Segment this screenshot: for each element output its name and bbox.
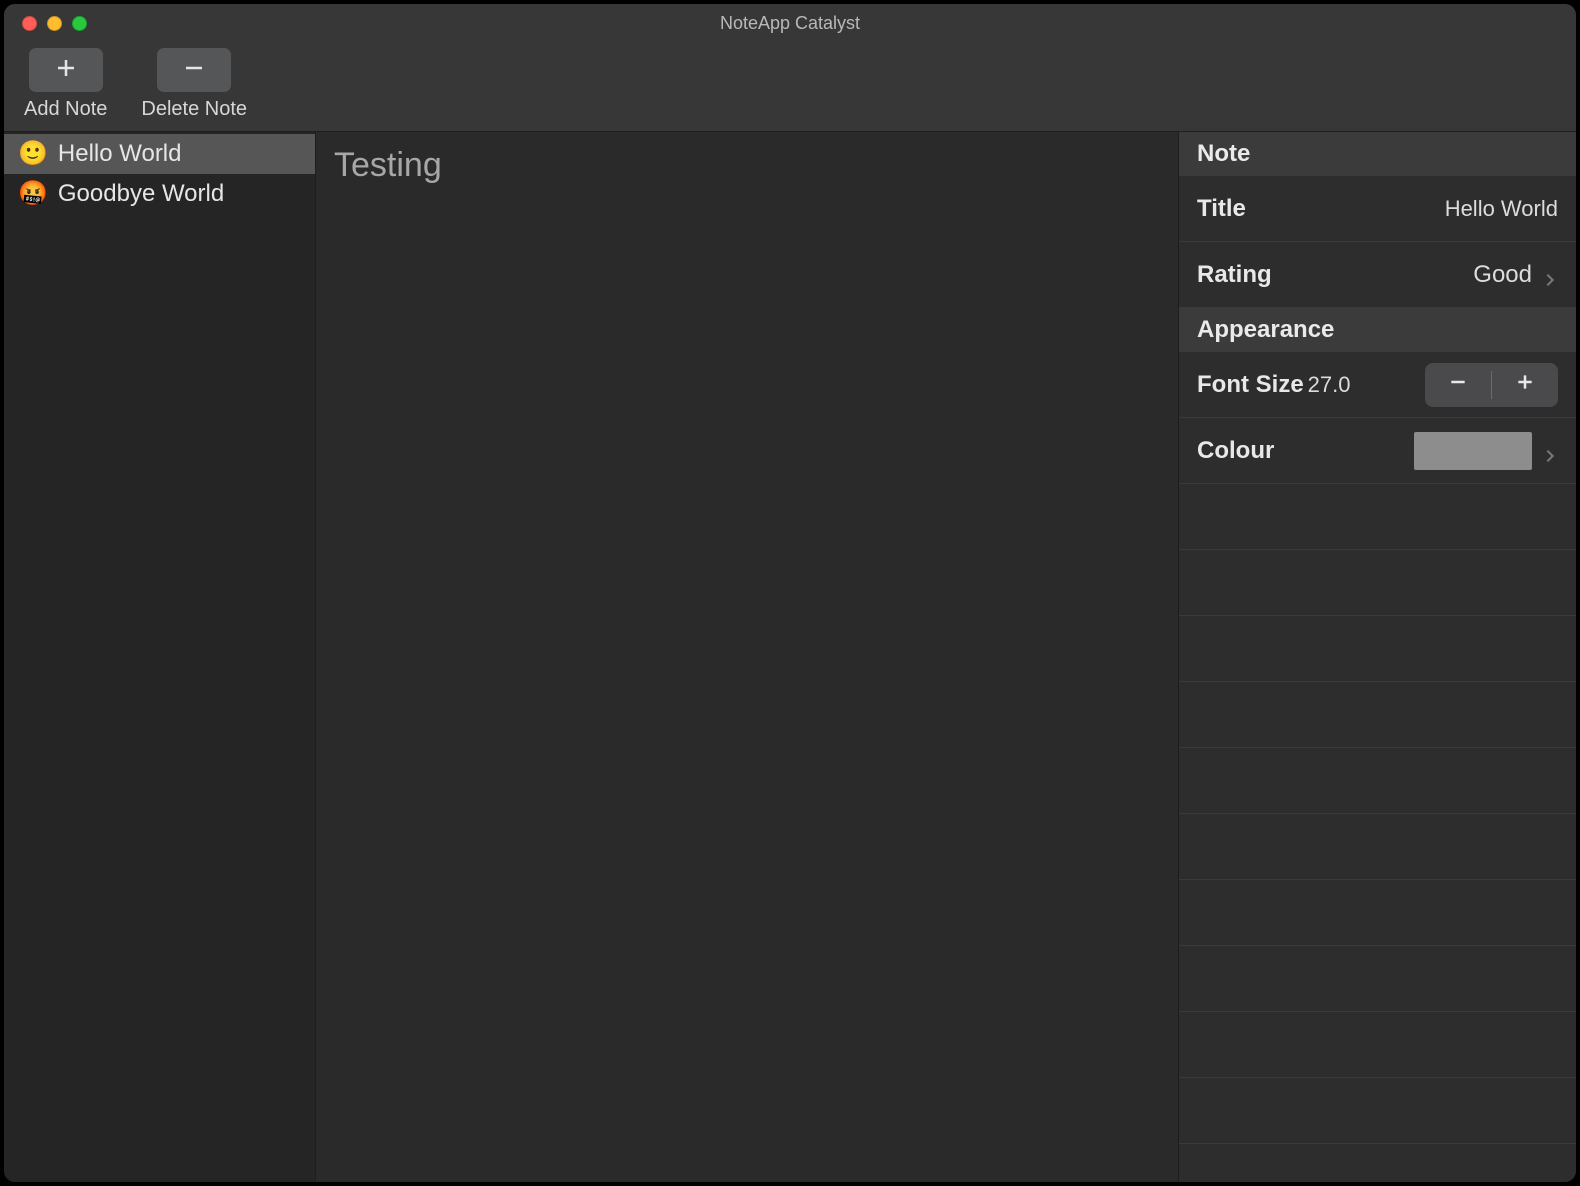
inspector-section-note-header: Note [1179, 132, 1576, 176]
font-size-decrease-button[interactable] [1425, 363, 1491, 407]
colour-swatch[interactable] [1414, 432, 1532, 470]
close-window-button[interactable] [22, 16, 37, 31]
empty-row [1179, 484, 1576, 550]
colour-label: Colour [1197, 437, 1274, 465]
minus-icon [182, 56, 206, 85]
empty-row [1179, 880, 1576, 946]
empty-row [1179, 616, 1576, 682]
window-title: NoteApp Catalyst [4, 13, 1576, 34]
plus-icon [1515, 371, 1535, 399]
font-size-value: 27.0 [1308, 372, 1351, 398]
inspector-row-title: Title Hello World [1179, 176, 1576, 242]
delete-note-label: Delete Note [141, 98, 247, 121]
add-note-label: Add Note [24, 98, 107, 121]
toolbar: Add Note Delete Note [4, 42, 1576, 132]
add-note-button[interactable] [29, 48, 103, 92]
title-value[interactable]: Hello World [1445, 196, 1558, 222]
sidebar-item-note[interactable]: 🙂 Hello World [4, 134, 315, 174]
app-window: NoteApp Catalyst Add Note Delete Note [3, 3, 1577, 1183]
empty-row [1179, 946, 1576, 1012]
sidebar-item-note[interactable]: 🤬 Goodbye World [4, 174, 315, 214]
empty-row [1179, 682, 1576, 748]
titlebar: NoteApp Catalyst [4, 4, 1576, 42]
delete-note-button[interactable] [157, 48, 231, 92]
toolbar-item-delete-note: Delete Note [141, 48, 247, 121]
note-editor-content[interactable]: Testing [334, 146, 1160, 185]
chevron-right-icon [1542, 443, 1558, 459]
plus-icon [54, 56, 78, 85]
font-size-stepper [1425, 363, 1558, 407]
notes-sidebar: 🙂 Hello World 🤬 Goodbye World [4, 132, 316, 1182]
minimize-window-button[interactable] [47, 16, 62, 31]
inspector-row-colour[interactable]: Colour [1179, 418, 1576, 484]
toolbar-item-add-note: Add Note [24, 48, 107, 121]
rating-label: Rating [1197, 261, 1272, 289]
note-title-label: Goodbye World [58, 180, 224, 208]
empty-row [1179, 1012, 1576, 1078]
note-editor[interactable]: Testing [316, 132, 1179, 1182]
minus-icon [1448, 371, 1468, 399]
inspector-row-rating[interactable]: Rating Good [1179, 242, 1576, 308]
traffic-lights [4, 16, 87, 31]
chevron-right-icon [1542, 267, 1558, 283]
inspector-section-appearance-header: Appearance [1179, 308, 1576, 352]
empty-row [1179, 748, 1576, 814]
body: 🙂 Hello World 🤬 Goodbye World Testing No… [4, 132, 1576, 1182]
empty-row [1179, 550, 1576, 616]
title-label: Title [1197, 195, 1246, 223]
font-size-label: Font Size [1197, 371, 1304, 399]
inspector-row-font-size: Font Size 27.0 [1179, 352, 1576, 418]
inspector-panel: Note Title Hello World Rating Good Appea… [1179, 132, 1576, 1182]
fullscreen-window-button[interactable] [72, 16, 87, 31]
empty-row [1179, 814, 1576, 880]
rating-value: Good [1473, 261, 1532, 289]
note-title-label: Hello World [58, 140, 182, 168]
note-emoji-icon: 🤬 [18, 182, 48, 206]
font-size-increase-button[interactable] [1492, 363, 1558, 407]
note-emoji-icon: 🙂 [18, 142, 48, 166]
empty-row [1179, 1078, 1576, 1144]
